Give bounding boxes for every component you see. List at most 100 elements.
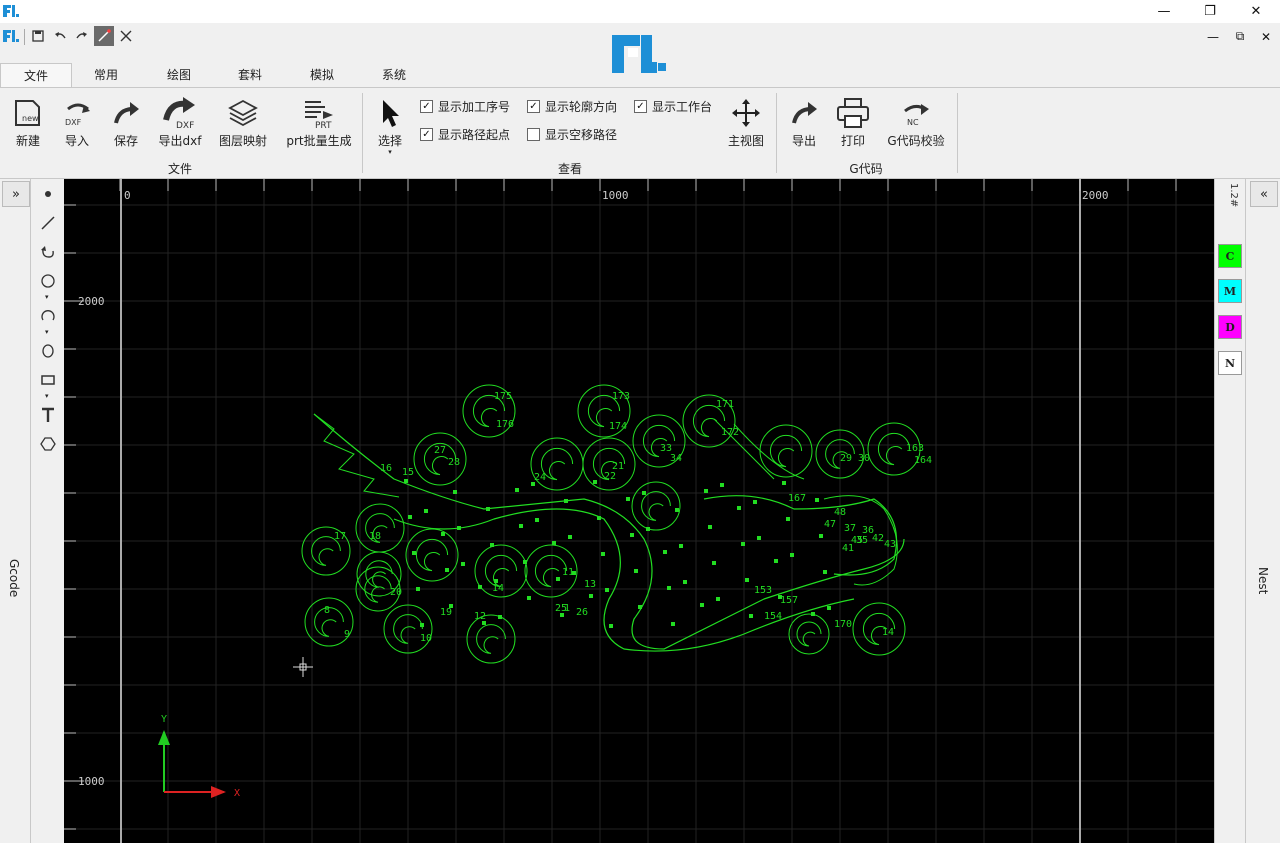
svg-text:new: new xyxy=(22,114,39,123)
close-button[interactable]: ✕ xyxy=(1233,0,1279,23)
sequence-number: 16 xyxy=(380,463,392,474)
drawing-canvas[interactable]: 0 1000 2000 2000 1000 175 173 171 176 174 172 167 3… xyxy=(64,179,1214,843)
group-separator xyxy=(776,93,777,173)
svg-text:DXF: DXF xyxy=(176,121,194,130)
gcode-panel-label[interactable]: Gcode xyxy=(7,559,21,597)
cursor-arrow-icon xyxy=(377,96,403,130)
path-start-marker xyxy=(568,535,572,539)
arc-dropdown-icon[interactable]: ▾ xyxy=(45,328,49,336)
sequence-number: 13 xyxy=(584,579,596,590)
path-start-marker xyxy=(589,594,593,598)
path-start-marker xyxy=(609,624,613,628)
show-worktable-checkbox[interactable]: ✓ 显示工作台 xyxy=(634,98,712,115)
save-arrow-icon xyxy=(111,96,141,130)
dragon-body-contour xyxy=(313,413,905,650)
redo-icon[interactable] xyxy=(72,26,92,46)
layer-m-button[interactable]: M xyxy=(1218,279,1242,303)
tab-common[interactable]: 常用 xyxy=(76,63,136,87)
sequence-number: 173 xyxy=(612,391,630,402)
layer-c-button[interactable]: C xyxy=(1218,244,1242,268)
canvas-svg[interactable]: 0 1000 2000 2000 1000 175 173 171 176 174 172 167 3… xyxy=(64,179,1214,843)
rectangle-dropdown-icon[interactable]: ▾ xyxy=(45,392,49,400)
tab-system[interactable]: 系统 xyxy=(364,63,424,87)
point-tool-icon[interactable] xyxy=(31,183,64,205)
path-start-marker xyxy=(535,518,539,522)
export-dxf-button[interactable]: DXF 导出dxf xyxy=(155,96,205,149)
show-path-start-checkbox[interactable]: ✓ 显示路径起点 xyxy=(420,126,510,143)
path-start-marker xyxy=(753,500,757,504)
close-drawing-icon[interactable] xyxy=(116,26,136,46)
ellipse-tool-icon[interactable] xyxy=(31,340,64,362)
spiral-contour xyxy=(355,503,405,553)
nc-check-icon: NC xyxy=(899,96,933,130)
sequence-number: 36 xyxy=(862,525,874,536)
nest-panel-label[interactable]: Nest xyxy=(1256,567,1270,594)
polyline-tool-icon[interactable] xyxy=(31,241,64,263)
sequence-number: 24 xyxy=(534,472,546,483)
select-label: 选择 xyxy=(377,134,402,148)
save-icon[interactable] xyxy=(28,26,48,46)
tab-nesting[interactable]: 套料 xyxy=(220,63,280,87)
prt-batch-label: prt批量生成 xyxy=(286,134,352,148)
canvas-grid xyxy=(64,179,1214,843)
draw-line-icon[interactable] xyxy=(94,26,114,46)
path-start-marker xyxy=(498,615,502,619)
layer-mapping-button[interactable]: 图层映射 xyxy=(216,96,270,149)
drawing-toolstrip: ▾ ▾ ▾ xyxy=(31,179,64,843)
save-button[interactable]: 保存 xyxy=(106,96,146,149)
mdi-minimize-button[interactable]: — xyxy=(1200,25,1226,48)
minimize-button[interactable]: — xyxy=(1141,0,1187,23)
print-button[interactable]: 打印 xyxy=(832,96,874,149)
path-start-marker xyxy=(679,544,683,548)
svg-text:DXF: DXF xyxy=(65,118,82,127)
gcode-check-button[interactable]: NC G代码校验 xyxy=(884,96,948,149)
select-dropdown-icon[interactable]: ▾ xyxy=(388,149,392,156)
tab-file[interactable]: 文件 xyxy=(0,63,72,88)
show-rapid-path-checkbox[interactable]: 显示空移路径 xyxy=(527,126,617,143)
layer-n-button[interactable]: N xyxy=(1218,351,1242,375)
path-start-marker xyxy=(737,506,741,510)
mdi-restore-button[interactable]: ⧉ xyxy=(1227,25,1253,48)
sequence-number: 10 xyxy=(420,633,432,644)
show-process-number-checkbox[interactable]: ✓ 显示加工序号 xyxy=(420,98,510,115)
spiral-inner xyxy=(692,404,726,438)
path-start-marker xyxy=(424,509,428,513)
gcode-panel-toggle[interactable]: » xyxy=(2,181,30,207)
export-dxf-label: 导出dxf xyxy=(158,134,202,148)
path-start-marker xyxy=(757,536,761,540)
arc-tool-icon[interactable] xyxy=(31,305,64,327)
path-start-marker xyxy=(515,488,519,492)
line-tool-icon[interactable] xyxy=(31,212,64,234)
undo-icon[interactable] xyxy=(50,26,70,46)
path-start-marker xyxy=(704,489,708,493)
show-contour-direction-checkbox[interactable]: ✓ 显示轮廓方向 xyxy=(527,98,617,115)
polygon-tool-icon[interactable] xyxy=(31,433,64,455)
nest-panel-toggle[interactable]: « xyxy=(1250,181,1278,207)
tab-simulate[interactable]: 模拟 xyxy=(292,63,352,87)
import-button[interactable]: DXF 导入 xyxy=(57,96,97,149)
select-button[interactable]: 选择 ▾ xyxy=(372,96,408,156)
circle-tool-icon[interactable] xyxy=(31,270,64,292)
path-start-marker xyxy=(461,562,465,566)
printer-icon xyxy=(836,96,870,130)
export-button[interactable]: 导出 xyxy=(784,96,824,149)
text-tool-icon[interactable] xyxy=(31,404,64,426)
path-start-marker xyxy=(601,552,605,556)
sequence-number: 37 xyxy=(844,523,856,534)
quick-access-toolbar: — ⧉ ✕ xyxy=(0,23,1280,73)
spiral-inner xyxy=(415,538,449,572)
new-button[interactable]: new 新建 xyxy=(8,96,48,149)
tab-draw[interactable]: 绘图 xyxy=(149,63,209,87)
main-view-button[interactable]: 主视图 xyxy=(724,96,768,149)
circle-dropdown-icon[interactable]: ▾ xyxy=(45,293,49,301)
app-icon[interactable] xyxy=(1,26,21,46)
ribbon: new 新建 DXF 导入 保存 DXF 导出dxf 图层映射 PRT prt批… xyxy=(0,87,1280,179)
mdi-close-button[interactable]: ✕ xyxy=(1253,25,1279,48)
rectangle-tool-icon[interactable] xyxy=(31,369,64,391)
prt-batch-button[interactable]: PRT prt批量生成 xyxy=(283,96,355,149)
path-start-marker xyxy=(630,533,634,537)
path-start-marker xyxy=(638,605,642,609)
restore-button[interactable]: ❐ xyxy=(1187,0,1233,23)
dragon-body-contour xyxy=(393,508,855,652)
layer-d-button[interactable]: D xyxy=(1218,315,1242,339)
